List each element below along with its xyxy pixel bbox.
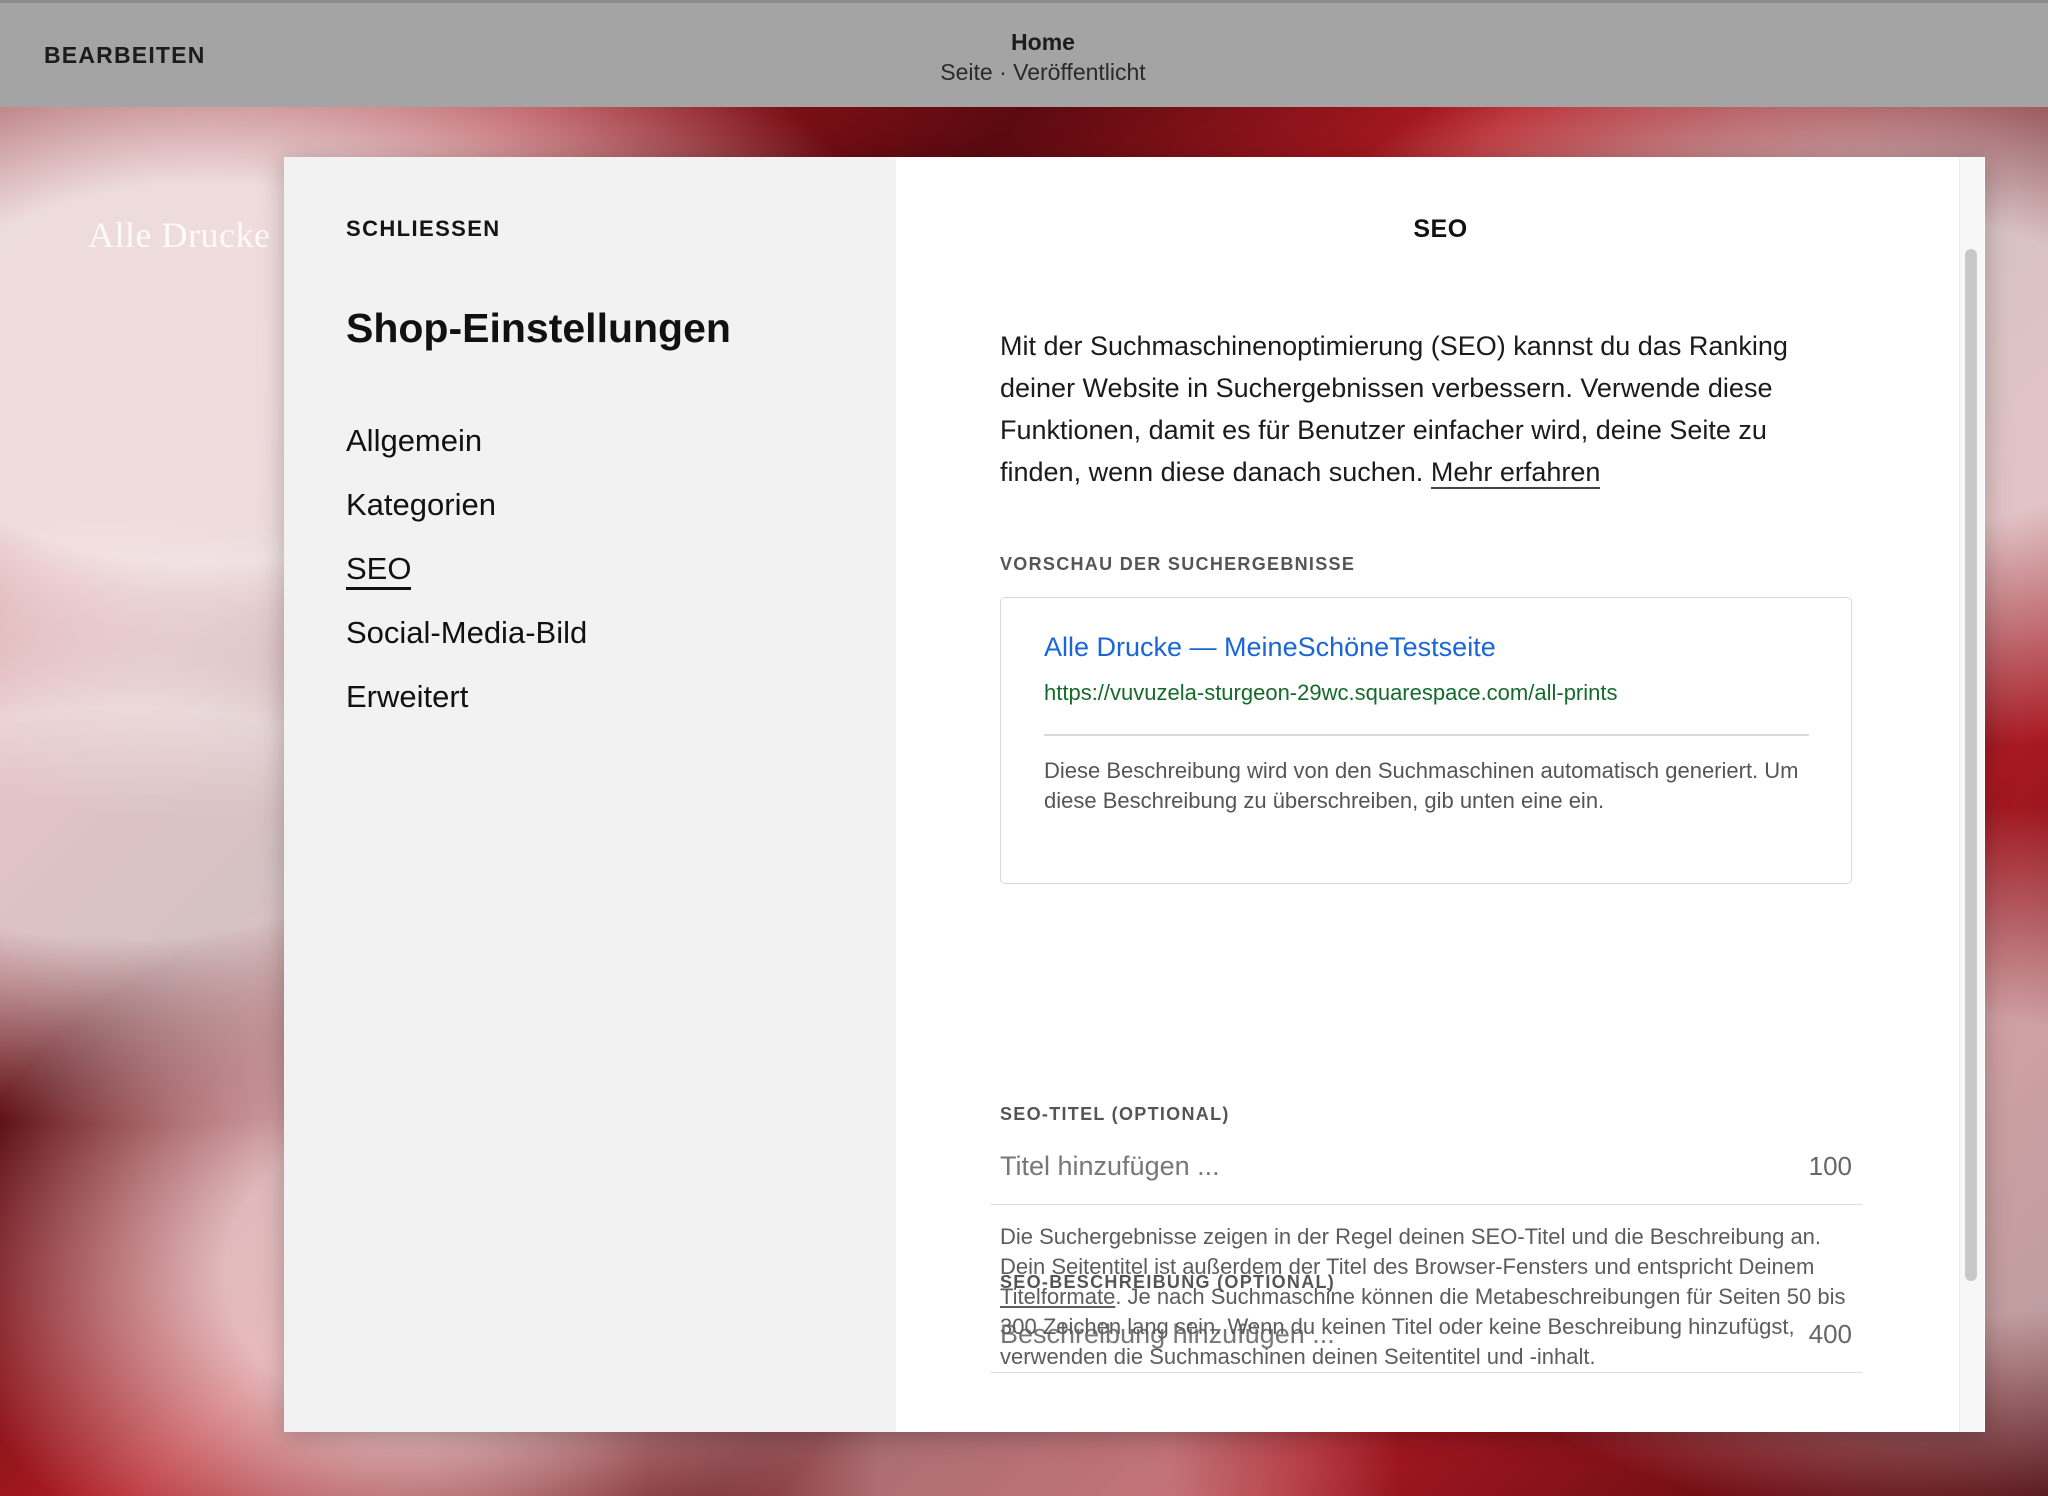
- preview-title[interactable]: Alle Drucke — MeineSchöneTestseite: [1044, 632, 1496, 663]
- close-button[interactable]: SCHLIESSEN: [346, 216, 501, 242]
- nav-item-seo[interactable]: SEO: [346, 547, 587, 611]
- nav-item-social-media-bild[interactable]: Social-Media-Bild: [346, 611, 587, 675]
- nav-item-label: Allgemein: [346, 423, 483, 458]
- preview-divider: [1044, 734, 1809, 736]
- site-title: Alle Drucke: [88, 215, 271, 255]
- seo-title-placeholder: Titel hinzufügen ...: [1000, 1151, 1220, 1181]
- preview-label: VORSCHAU DER SUCHERGEBNISSE: [1000, 554, 1356, 574]
- title-formats-link[interactable]: Titelformate: [1000, 1284, 1115, 1309]
- nav-item-label: Social-Media-Bild: [346, 615, 588, 650]
- learn-more-link[interactable]: Mehr erfahren: [1430, 457, 1601, 489]
- edit-button[interactable]: BEARBEITEN: [44, 42, 206, 69]
- settings-sidebar: SCHLIESSEN Shop-Einstellungen Allgemein …: [284, 157, 896, 1432]
- nav-item-label: Kategorien: [346, 487, 496, 522]
- settings-nav: Allgemein Kategorien SEO Social-Media-Bi…: [346, 419, 587, 739]
- preview-url: https://vuvuzela-sturgeon-29wc.squarespa…: [1044, 680, 1618, 705]
- seo-title-input[interactable]: Titel hinzufügen ... 100: [990, 1141, 1862, 1205]
- seo-intro: Mit der Suchmaschinenoptimierung (SEO) k…: [1000, 325, 1850, 493]
- scrollbar-thumb[interactable]: [1965, 249, 1977, 1281]
- nav-item-label: SEO: [346, 551, 412, 590]
- seo-title-label: SEO-TITEL (OPTIONAL): [1000, 1104, 1230, 1124]
- nav-item-kategorien[interactable]: Kategorien: [346, 483, 587, 547]
- page-subtitle: Seite · Veröffentlicht: [940, 59, 1146, 85]
- top-bar: BEARBEITEN Home Seite · Veröffentlicht: [0, 0, 2048, 107]
- intro-text: Mit der Suchmaschinenoptimierung (SEO) k…: [1000, 331, 1788, 487]
- page-title: Home: [1011, 29, 1075, 55]
- help-text-before: Die Suchergebnisse zeigen in der Regel d…: [1000, 1224, 1822, 1279]
- help-text-after: . Je nach Suchmaschine können die Metabe…: [1000, 1284, 1846, 1369]
- nav-item-erweitert[interactable]: Erweitert: [346, 675, 587, 739]
- seo-title-char-count: 100: [1808, 1151, 1852, 1181]
- preview-description: Diese Beschreibung wird von den Suchmasc…: [1044, 758, 1799, 813]
- nav-item-allgemein[interactable]: Allgemein: [346, 419, 587, 483]
- panel-heading: Shop-Einstellungen: [346, 305, 731, 351]
- page-status[interactable]: Home Seite · Veröffentlicht: [643, 27, 1443, 87]
- seo-help-paragraph: Die Suchergebnisse zeigen in der Regel d…: [1000, 1222, 1860, 1372]
- nav-item-label: Erweitert: [346, 679, 469, 714]
- search-preview: Alle Drucke — MeineSchöneTestseite https…: [1000, 597, 1852, 884]
- panel-title: SEO: [1413, 215, 1468, 243]
